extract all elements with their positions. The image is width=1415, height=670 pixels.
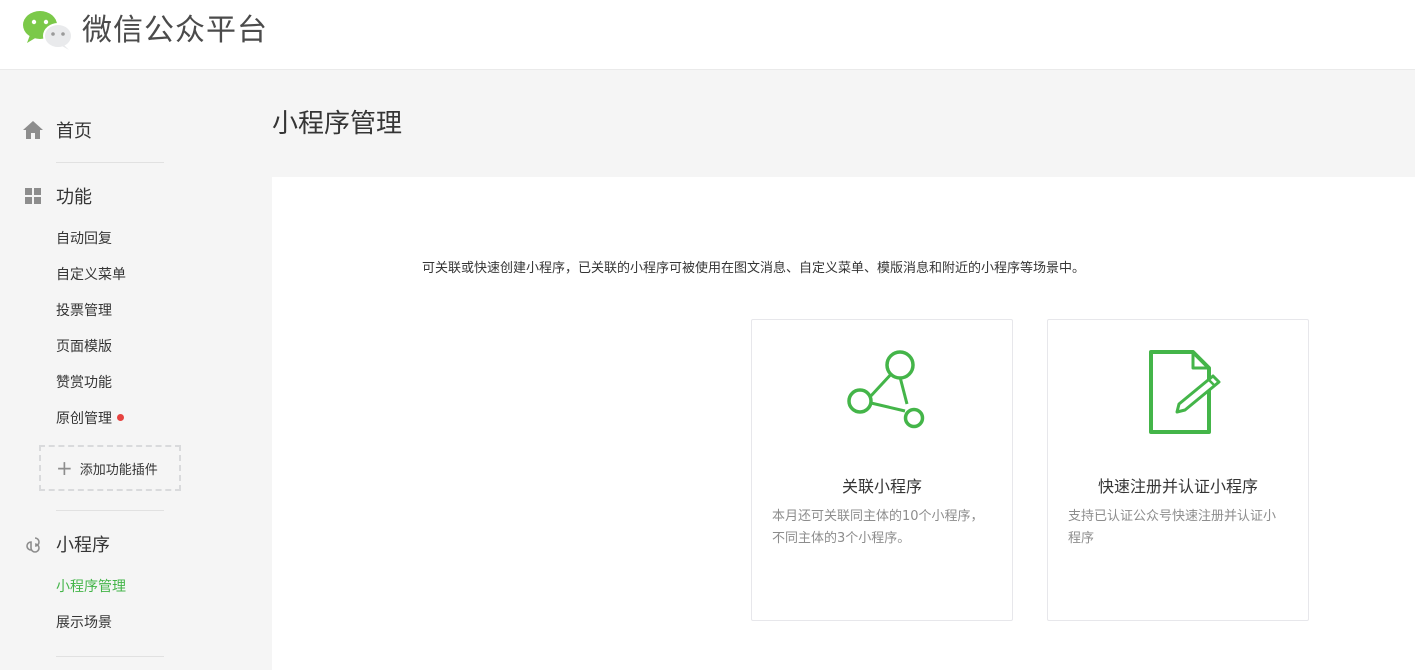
- card-title: 快速注册并认证小程序: [1097, 477, 1258, 496]
- page-title: 小程序管理: [272, 109, 403, 139]
- link-icon: [22, 533, 44, 555]
- add-plugin-label: 添加功能插件: [79, 462, 158, 478]
- sidebar-item-auto-reply[interactable]: 自动回复: [56, 229, 112, 249]
- sidebar-item-mini-program-management[interactable]: 小程序管理: [56, 577, 126, 597]
- divider: [56, 510, 164, 511]
- grid-icon: [22, 185, 44, 207]
- plus-icon: +: [56, 456, 73, 480]
- sidebar-item-vote-management[interactable]: 投票管理: [56, 301, 112, 321]
- sidebar-item-custom-menu[interactable]: 自定义菜单: [56, 265, 126, 285]
- page-description: 可关联或快速创建小程序，已关联的小程序可被使用在图文消息、自定义菜单、模版消息和…: [422, 261, 1086, 276]
- sidebar-section-mini-program: 小程序: [22, 532, 110, 556]
- sidebar-section-features: 功能: [22, 184, 92, 208]
- main-panel: 可关联或快速创建小程序，已关联的小程序可被使用在图文消息、自定义菜单、模版消息和…: [272, 177, 1415, 670]
- notification-badge: [117, 414, 124, 421]
- app-title[interactable]: 微信公众平台: [82, 11, 268, 51]
- top-bar: 微信公众平台: [0, 0, 1415, 70]
- sidebar-item-page-template[interactable]: 页面模版: [56, 337, 112, 357]
- divider: [56, 656, 164, 657]
- card-description: 支持已认证公众号快速注册并认证小程序: [1068, 509, 1277, 546]
- sidebar-item-display-scenes[interactable]: 展示场景: [56, 613, 112, 633]
- register-mini-program-card[interactable]: 快速注册并认证小程序 支持已认证公众号快速注册并认证小程序: [1047, 319, 1309, 621]
- card-title: 关联小程序: [841, 477, 922, 496]
- link-nodes-icon: [752, 348, 1012, 438]
- sidebar-item-original-management[interactable]: 原创管理: [56, 409, 124, 429]
- sidebar-item-reward[interactable]: 赞赏功能: [56, 373, 112, 393]
- card-description: 本月还可关联同主体的10个小程序，不同主体的3个小程序。: [772, 509, 984, 546]
- home-icon: [22, 119, 44, 141]
- document-edit-icon: [1048, 348, 1308, 438]
- sidebar-item-label: 原创管理: [56, 411, 112, 427]
- sidebar-item-home[interactable]: 首页: [22, 118, 92, 142]
- add-plugin-button[interactable]: + 添加功能插件: [39, 445, 181, 491]
- sidebar-section-label: 小程序: [56, 535, 110, 556]
- sidebar-item-label: 首页: [56, 121, 92, 142]
- sidebar: 首页 功能 自动回复 自定义菜单 投票管理 页面模版 赞赏功能 原创管理 + 添…: [0, 71, 230, 670]
- link-mini-program-card[interactable]: 关联小程序 本月还可关联同主体的10个小程序，不同主体的3个小程序。: [751, 319, 1013, 621]
- sidebar-section-label: 功能: [56, 187, 92, 208]
- divider: [56, 162, 164, 163]
- wechat-logo-icon[interactable]: [22, 9, 74, 51]
